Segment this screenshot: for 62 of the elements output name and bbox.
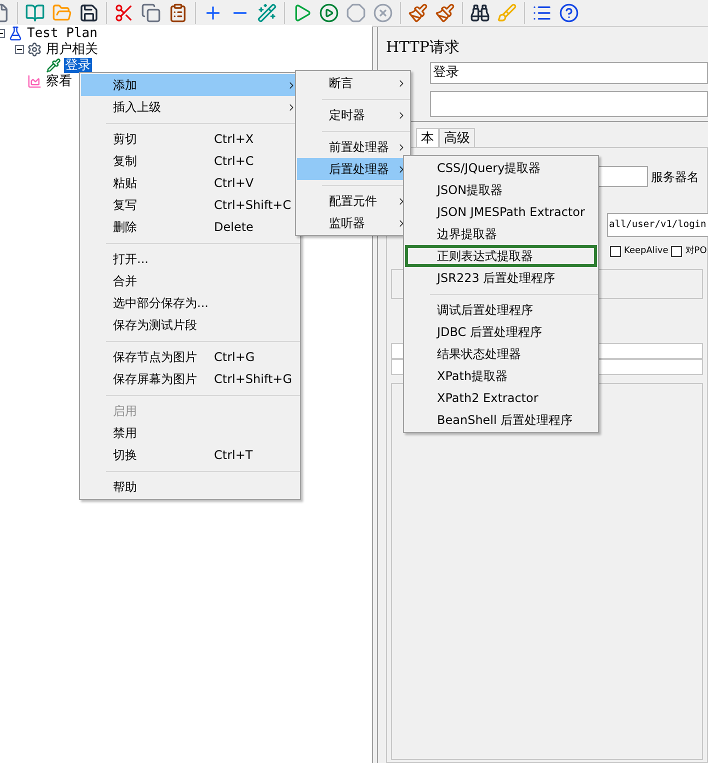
help-icon[interactable] xyxy=(559,3,579,23)
menu-item[interactable]: 复制 Ctrl+C xyxy=(81,150,299,172)
brush-icon[interactable] xyxy=(435,3,455,23)
tree-item[interactable]: 用户相关 xyxy=(45,42,99,56)
menu-item[interactable]: 切换 Ctrl+T xyxy=(81,444,299,466)
menu-item[interactable]: 保存节点为图片 Ctrl+G xyxy=(81,346,299,368)
menu-item[interactable]: 结果状态处理器 xyxy=(405,343,597,365)
path-field[interactable]: all/user/v1/login xyxy=(607,213,708,237)
menu-item[interactable]: JDBC 后置处理程序 xyxy=(405,321,597,343)
copy-icon[interactable] xyxy=(141,3,161,23)
menu-item[interactable]: 复写 Ctrl+Shift+C xyxy=(81,194,299,216)
menu-item[interactable]: 调试后置处理程序 xyxy=(405,299,597,321)
menu-item[interactable]: 禁用 xyxy=(81,422,299,444)
menu-item[interactable]: 删除 Delete xyxy=(81,216,299,238)
menu-item[interactable]: 选中部分保存为... xyxy=(81,292,299,314)
tree-item[interactable]: 察看 xyxy=(45,74,73,88)
checkbox-label: KeepAlive xyxy=(624,245,668,258)
menu-item[interactable]: 打开... xyxy=(81,248,299,270)
menu-item[interactable]: 定时器 xyxy=(297,104,409,126)
checkbox[interactable] xyxy=(610,246,621,258)
tree-item[interactable]: Test Plan xyxy=(26,26,98,40)
tab[interactable]: 本 xyxy=(416,128,439,148)
flask-icon xyxy=(8,26,23,40)
menu-item[interactable]: 合并 xyxy=(81,270,299,292)
name-field[interactable]: 登录 xyxy=(430,62,708,84)
menu-item[interactable]: XPath2 Extractor xyxy=(405,387,597,409)
cut-icon[interactable] xyxy=(114,3,134,23)
checkbox-label: 对PO xyxy=(685,245,707,258)
server-name-label: 服务器名 xyxy=(651,168,700,186)
menu-item[interactable]: 正则表达式提取器 xyxy=(405,245,597,267)
comment-field[interactable] xyxy=(430,91,708,117)
menu-item[interactable]: 边界提取器 xyxy=(405,223,597,245)
menu-item[interactable]: 保存屏幕为图片 Ctrl+Shift+G xyxy=(81,368,299,390)
expander-icon[interactable] xyxy=(15,44,24,54)
checkbox[interactable] xyxy=(671,246,682,258)
save-icon[interactable] xyxy=(79,3,99,23)
menu-item[interactable]: 粘贴 Ctrl+V xyxy=(81,172,299,194)
pipette-icon xyxy=(46,58,61,72)
menu-item[interactable]: 断言 xyxy=(297,72,409,94)
menu-item[interactable]: JSON JMESPath Extractor xyxy=(405,201,597,223)
menu-item[interactable]: BeanShell 后置处理程序 xyxy=(405,409,597,431)
editor-title: HTTP请求 xyxy=(386,37,460,58)
menu-item[interactable]: 剪切 Ctrl+X xyxy=(81,128,299,150)
tab[interactable]: 高级 xyxy=(439,128,475,148)
menu-item[interactable]: 插入上级 xyxy=(81,96,299,118)
chart-icon xyxy=(27,74,42,88)
wand-icon[interactable] xyxy=(257,3,277,23)
binoculars-icon[interactable] xyxy=(470,3,490,23)
gear-icon xyxy=(27,42,42,56)
clipboard-icon[interactable] xyxy=(168,3,188,23)
menu-item[interactable]: 帮助 xyxy=(81,476,299,498)
menu-item[interactable]: JSR223 后置处理程序 xyxy=(405,267,597,289)
menu-item[interactable]: 前置处理器 xyxy=(297,136,409,158)
stop-icon[interactable] xyxy=(346,3,366,23)
menu-item[interactable]: JSON提取器 xyxy=(405,179,597,201)
menu-item[interactable]: XPath提取器 xyxy=(405,365,597,387)
tree-item[interactable]: 登录 xyxy=(64,58,92,72)
menu-item[interactable]: 保存为测试片段 xyxy=(81,314,299,336)
play-circle-icon[interactable] xyxy=(319,3,339,23)
book-icon[interactable] xyxy=(25,3,45,23)
brush-icon[interactable] xyxy=(408,3,428,23)
shutdown-icon[interactable] xyxy=(373,3,393,23)
